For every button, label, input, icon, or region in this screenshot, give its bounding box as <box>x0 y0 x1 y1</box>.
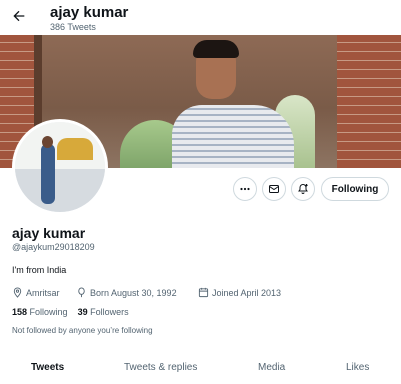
tab-media[interactable]: Media <box>258 362 285 373</box>
profile-bio: I'm from India <box>12 265 67 275</box>
balloon-icon <box>78 287 85 298</box>
location-text: Amritsar <box>26 287 60 298</box>
birthday-item: Born August 30, 1992 <box>76 287 177 298</box>
profile-handle: @ajaykum29018209 <box>12 242 95 252</box>
following-label: Following <box>29 307 68 317</box>
followers-count: 39 <box>77 307 88 317</box>
profile-header: ajay kumar 386 Tweets <box>0 0 401 35</box>
avatar-water <box>15 168 105 212</box>
more-icon <box>240 187 250 191</box>
location-item: Amritsar <box>12 287 60 298</box>
bell-plus-icon <box>298 183 308 194</box>
birthday-text: Born August 30, 1992 <box>90 287 177 298</box>
banner-person-hair <box>193 40 239 58</box>
calendar-icon <box>198 287 209 298</box>
joined-text: Joined April 2013 <box>212 287 282 298</box>
follow-counts: 158 Following 39 Followers <box>12 307 129 317</box>
banner-person-body <box>172 105 294 168</box>
followed-by-note: Not followed by anyone you’re following <box>12 326 153 335</box>
location-pin-icon <box>13 287 22 298</box>
back-button[interactable] <box>8 5 30 27</box>
following-button[interactable]: Following <box>321 177 389 201</box>
banner-brick-wall-right <box>337 35 401 168</box>
mail-icon <box>269 185 279 193</box>
profile-name: ajay kumar <box>12 225 86 241</box>
avatar-person-head <box>42 136 53 148</box>
notify-button[interactable] <box>291 177 315 201</box>
avatar[interactable] <box>12 119 108 215</box>
header-tweet-count: 386 Tweets <box>50 22 96 32</box>
arrow-left-icon <box>13 10 25 22</box>
joined-item: Joined April 2013 <box>198 287 281 298</box>
followers-label: Followers <box>90 307 129 317</box>
avatar-person <box>41 144 55 204</box>
avatar-temple <box>57 138 93 160</box>
more-button[interactable] <box>233 177 257 201</box>
tab-tweets[interactable]: Tweets <box>31 362 64 373</box>
following-link[interactable]: 158 Following <box>12 307 68 317</box>
followers-link[interactable]: 39 Followers <box>78 307 129 317</box>
tab-likes[interactable]: Likes <box>346 362 369 373</box>
tab-tweets-replies[interactable]: Tweets & replies <box>124 362 197 373</box>
following-count: 158 <box>12 307 28 317</box>
header-title: ajay kumar <box>50 4 129 21</box>
message-button[interactable] <box>262 177 286 201</box>
